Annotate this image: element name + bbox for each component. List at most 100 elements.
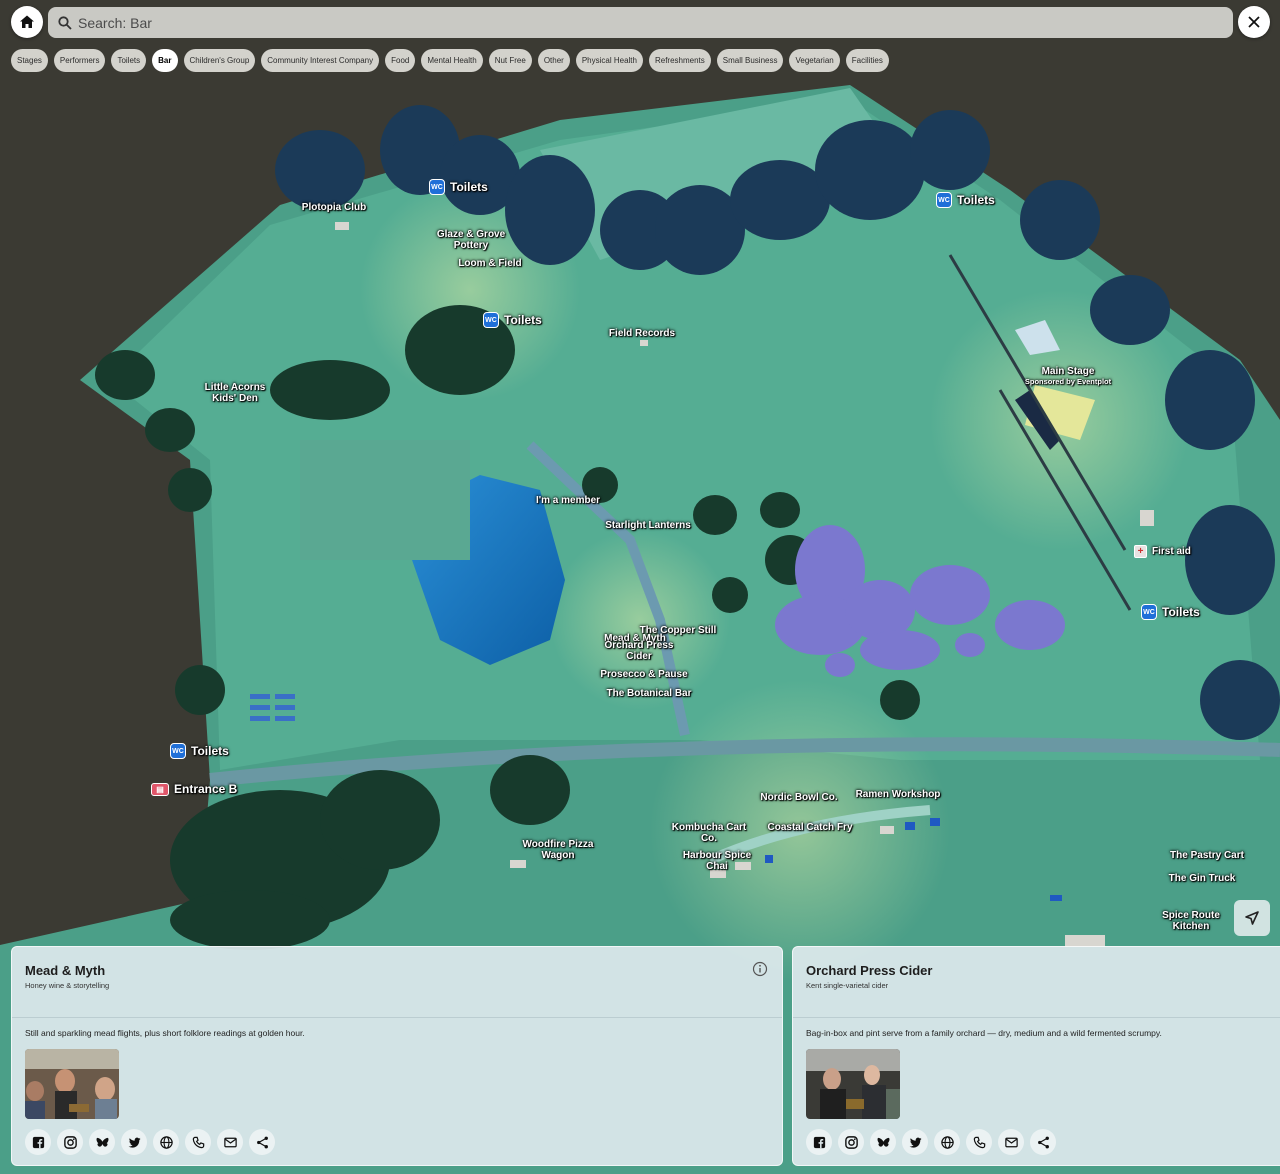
search-icon xyxy=(58,15,72,30)
website-button[interactable] xyxy=(153,1129,179,1155)
locate-me-button[interactable] xyxy=(1234,900,1270,936)
toilets-label: Toilets xyxy=(450,180,488,194)
share-icon xyxy=(256,1136,268,1148)
map-label-nordic-bowl[interactable]: Nordic Bowl Co. xyxy=(760,792,837,803)
map-label-botanical-bar[interactable]: The Botanical Bar xyxy=(606,688,691,699)
map-label-starlight-lanterns[interactable]: Starlight Lanterns xyxy=(605,520,691,531)
vendor-photo[interactable] xyxy=(25,1049,119,1119)
bluesky-button[interactable] xyxy=(870,1129,896,1155)
map-label-pastry-cart[interactable]: The Pastry Cart xyxy=(1170,850,1244,861)
filter-chip-stages[interactable]: Stages xyxy=(11,49,48,72)
vendor-photo[interactable] xyxy=(806,1049,900,1119)
map-label-line: Co. xyxy=(700,833,718,844)
toilets-marker[interactable]: WC Toilets xyxy=(936,192,995,208)
filter-chip-small-business[interactable]: Small Business xyxy=(716,49,784,72)
map-label-line: Kitchen xyxy=(1172,921,1210,932)
toilets-marker[interactable]: WC Toilets xyxy=(483,312,542,328)
map-label-glaze-grove[interactable]: Glaze & Grove Pottery xyxy=(437,229,505,251)
map-label-line: Little Acorns xyxy=(204,382,266,393)
email-button[interactable] xyxy=(217,1129,243,1155)
filter-chip-performers[interactable]: Performers xyxy=(53,49,106,72)
social-links xyxy=(806,1129,1056,1155)
location-arrow-icon xyxy=(1245,911,1259,925)
map-label-gin-truck[interactable]: The Gin Truck xyxy=(1169,873,1236,884)
twitter-button[interactable] xyxy=(902,1129,928,1155)
filter-chip-community-interest[interactable]: Community Interest Company xyxy=(261,49,380,72)
social-links xyxy=(25,1129,275,1155)
map-label-line: Kombucha Cart xyxy=(671,822,747,833)
map-label-line: Spice Route xyxy=(1162,910,1220,921)
toilets-marker[interactable]: WC Toilets xyxy=(429,179,488,195)
share-icon xyxy=(1037,1136,1049,1148)
filter-chip-nut-free[interactable]: Nut Free xyxy=(488,49,532,72)
instagram-icon xyxy=(844,1135,858,1149)
filter-chip-vegetarian[interactable]: Vegetarian xyxy=(789,49,840,72)
twitter-icon xyxy=(128,1137,141,1148)
facebook-icon xyxy=(813,1136,825,1148)
map-label-harbour-spice[interactable]: Harbour Spice Chai xyxy=(683,850,751,872)
map-label-little-acorns[interactable]: Little Acorns Kids' Den xyxy=(205,382,266,404)
first-aid-marker[interactable]: + First aid xyxy=(1134,545,1191,558)
instagram-button[interactable] xyxy=(57,1129,83,1155)
map-label-line: Wagon xyxy=(541,850,575,861)
toilets-label: Toilets xyxy=(1162,605,1200,619)
filter-chip-food[interactable]: Food xyxy=(385,49,416,72)
share-button[interactable] xyxy=(1030,1129,1056,1155)
map-label-prosecco[interactable]: Prosecco & Pause xyxy=(600,669,687,680)
home-button[interactable] xyxy=(11,6,43,38)
website-icon xyxy=(159,1135,173,1149)
toilets-label: Toilets xyxy=(504,313,542,327)
map-label-woodfire[interactable]: Woodfire Pizza Wagon xyxy=(523,839,594,861)
share-button[interactable] xyxy=(249,1129,275,1155)
filter-chip-refreshments[interactable]: Refreshments xyxy=(648,49,711,72)
map-label-coastal-catch[interactable]: Coastal Catch Fry xyxy=(767,822,852,833)
phone-icon xyxy=(192,1136,204,1148)
twitter-button[interactable] xyxy=(121,1129,147,1155)
home-icon xyxy=(20,15,34,28)
search-input[interactable] xyxy=(78,14,1178,31)
map-label-plotopia[interactable]: Plotopia Club xyxy=(302,202,366,213)
phone-button[interactable] xyxy=(966,1129,992,1155)
map-label-line: Woodfire Pizza xyxy=(522,839,594,850)
website-button[interactable] xyxy=(934,1129,960,1155)
vendor-tagline: Kent single-varietal cider xyxy=(806,981,889,990)
map-label-ramen[interactable]: Ramen Workshop xyxy=(856,789,941,800)
phone-icon xyxy=(973,1136,985,1148)
filter-chip-other[interactable]: Other xyxy=(537,49,570,72)
vendor-card[interactable]: Mead & Myth Honey wine & storytelling St… xyxy=(11,946,783,1166)
filter-chip-facilities[interactable]: Facilities xyxy=(845,49,889,72)
filter-chips: Stages Performers Toilets Bar Children's… xyxy=(11,49,889,72)
filter-chip-bar[interactable]: Bar xyxy=(152,49,178,72)
filter-chip-mental-health[interactable]: Mental Health xyxy=(421,49,483,72)
map-label-field-records[interactable]: Field Records xyxy=(609,328,675,339)
map-label-line: Cider xyxy=(626,651,652,662)
instagram-icon xyxy=(63,1135,77,1149)
map-label-spice-route[interactable]: Spice Route Kitchen xyxy=(1162,910,1220,932)
vendor-title: Mead & Myth xyxy=(25,963,106,978)
facebook-button[interactable] xyxy=(25,1129,51,1155)
phone-button[interactable] xyxy=(185,1129,211,1155)
facebook-button[interactable] xyxy=(806,1129,832,1155)
map-label-main-stage[interactable]: Main Stage Sponsored by Eventplot xyxy=(1025,366,1111,386)
sponsor-label: Sponsored by Eventplot xyxy=(1024,377,1112,386)
email-button[interactable] xyxy=(998,1129,1024,1155)
map-label-member[interactable]: I'm a member xyxy=(536,495,600,506)
vendor-card[interactable]: Orchard Press Cider Kent single-varietal… xyxy=(792,946,1280,1166)
filter-chip-toilets[interactable]: Toilets xyxy=(111,49,147,72)
map-label-orchard-press[interactable]: Orchard Press Cider xyxy=(605,640,674,662)
search-bar[interactable] xyxy=(48,7,1233,38)
info-icon[interactable] xyxy=(752,961,768,977)
toilets-marker[interactable]: WC Toilets xyxy=(1141,604,1200,620)
map-label-loom-field[interactable]: Loom & Field xyxy=(458,258,521,269)
bluesky-icon xyxy=(96,1137,108,1147)
instagram-button[interactable] xyxy=(838,1129,864,1155)
filter-chip-physical-health[interactable]: Physical Health xyxy=(575,49,643,72)
bluesky-button[interactable] xyxy=(89,1129,115,1155)
map-label-kombucha[interactable]: Kombucha Cart Co. xyxy=(672,822,746,844)
entrance-marker[interactable]: ▤ Entrance B xyxy=(151,782,237,796)
divider xyxy=(793,1017,1280,1018)
toilets-label: Toilets xyxy=(957,193,995,207)
close-button[interactable] xyxy=(1238,6,1270,38)
toilets-marker[interactable]: WC Toilets xyxy=(170,743,229,759)
filter-chip-childrens-group[interactable]: Children's Group xyxy=(183,49,256,72)
